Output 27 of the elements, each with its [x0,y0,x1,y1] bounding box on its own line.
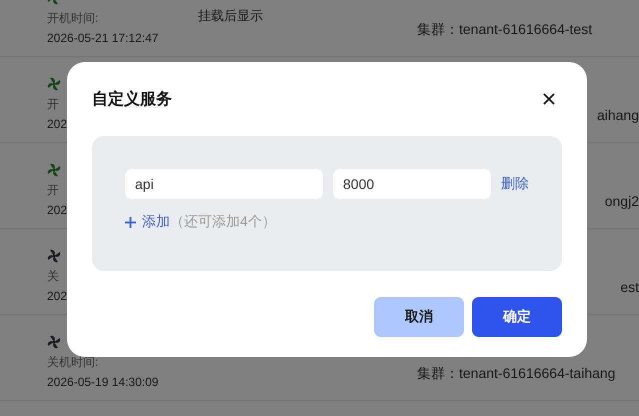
time-label: 关机时间: [47,354,98,371]
port-field[interactable]: 8000 [333,169,491,199]
cluster-label: est [620,278,639,297]
close-button[interactable] [542,92,556,106]
plus-icon [125,216,136,228]
dialog-title: 自定义服务 [92,89,172,110]
close-icon [542,92,556,106]
delete-link[interactable]: 删除 [501,175,529,193]
time-label: 开 [47,182,59,199]
cluster-label: aihang [596,106,639,125]
time-label: 开 [47,96,59,113]
cluster-label: 集群：tenant-61616664-taihang [417,364,616,383]
cluster-label: ongj2 [604,192,639,211]
mount-status: 挂载后显示 [198,8,263,23]
add-hint: （还可添加4个） [170,213,276,231]
time-value: 2026-05-19 14:30:09 [47,374,158,391]
time-label: 开机时间: [47,10,98,27]
add-button[interactable]: 添加 [125,213,170,231]
time-label: 关 [47,268,59,285]
time-value: 202 [47,202,68,219]
cluster-label: 集群：tenant-61616664-test [417,20,592,39]
time-value: 202 [47,288,68,305]
time-value: 202 [47,116,68,133]
service-name-field[interactable]: api [125,169,323,199]
confirm-button[interactable]: 确定 [472,297,562,337]
cancel-button[interactable]: 取消 [374,297,464,337]
time-value: 2026-05-21 17:12:47 [47,30,158,47]
